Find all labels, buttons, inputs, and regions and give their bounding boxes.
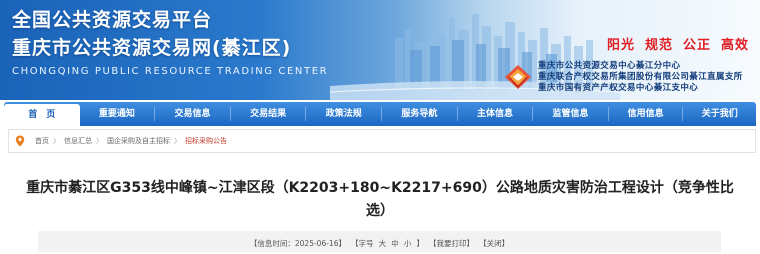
site-banner: 全国公共资源交易平台 重庆市公共资源交易网(綦江区) CHONGQING PUB… bbox=[0, 0, 760, 100]
font-size-medium-button[interactable]: 中 bbox=[391, 239, 399, 248]
nav-trading-results[interactable]: 交易结果 bbox=[231, 102, 306, 126]
breadcrumb-tender-announcement[interactable]: 招标采购公告 bbox=[185, 130, 227, 152]
article-meta-bar: 【信息时间：2025-06-16】 【字号 大 中 小 】 【我要打印】 【关闭… bbox=[38, 231, 721, 252]
font-size-label-end: 】 bbox=[416, 239, 424, 248]
font-size-small-button[interactable]: 小 bbox=[404, 239, 412, 248]
main-navigation: 首 页 重要通知 交易信息 交易结果 政策法规 服务导航 主体信息 监管信息 信… bbox=[4, 102, 756, 126]
nav-trading-info[interactable]: 交易信息 bbox=[155, 102, 230, 126]
site-title: 全国公共资源交易平台 bbox=[12, 9, 213, 31]
slogan-group: 阳光 规范 公正 高效 bbox=[607, 37, 749, 55]
site-english-name: CHONGQING PUBLIC RESOURCE TRADING CENTER bbox=[12, 66, 329, 77]
nav-about-us[interactable]: 关于我们 bbox=[683, 102, 756, 126]
nav-home[interactable]: 首 页 bbox=[4, 104, 80, 126]
nav-credit-info[interactable]: 信用信息 bbox=[609, 102, 683, 126]
slogan: 阳光 bbox=[607, 38, 636, 53]
breadcrumb-separator: 〉 bbox=[174, 137, 181, 145]
breadcrumb-soe-procurement[interactable]: 国企采购及自主招标 bbox=[107, 130, 170, 152]
breadcrumb-info-summary[interactable]: 信息汇总 bbox=[64, 130, 92, 152]
nav-important-notices[interactable]: 重要通知 bbox=[80, 102, 155, 126]
site-subtitle: 重庆市公共资源交易网(綦江区) bbox=[12, 37, 292, 59]
breadcrumb-separator: 〉 bbox=[53, 137, 60, 145]
publish-date: 【信息时间：2025-06-16】 bbox=[249, 239, 346, 248]
nav-supervision-info[interactable]: 监管信息 bbox=[533, 102, 608, 126]
nav-policies[interactable]: 政策法规 bbox=[306, 102, 381, 126]
slogan: 公正 bbox=[683, 38, 712, 53]
map-pin-icon bbox=[15, 135, 25, 147]
nav-service-guide[interactable]: 服务导航 bbox=[382, 102, 457, 126]
font-size-label: 【字号 bbox=[351, 239, 374, 248]
breadcrumb-separator: 〉 bbox=[96, 137, 103, 145]
font-size-large-button[interactable]: 大 bbox=[379, 239, 387, 248]
close-button[interactable]: 【关闭】 bbox=[479, 239, 509, 248]
article-title: 重庆市綦江区G353线中峰镇~江津区段（K2203+180~K2217+690）… bbox=[26, 180, 734, 219]
print-button[interactable]: 【我要打印】 bbox=[429, 239, 474, 248]
breadcrumb-home[interactable]: 首页 bbox=[35, 130, 49, 152]
nav-entity-info[interactable]: 主体信息 bbox=[458, 102, 533, 126]
trading-center-logo-icon bbox=[505, 65, 531, 89]
organization-name: 重庆联合产权交易所集团股份有限公司綦江直属支所 bbox=[538, 72, 743, 82]
breadcrumb: 首页 〉 信息汇总 〉 国企采购及自主招标 〉 招标采购公告 bbox=[8, 129, 756, 153]
organization-list: 重庆市公共资源交易中心綦江分中心 重庆联合产权交易所集团股份有限公司綦江直属支所… bbox=[538, 61, 743, 94]
organization-name: 重庆市国有资产产权交易中心綦江支中心 bbox=[538, 83, 699, 93]
slogan: 规范 bbox=[645, 38, 674, 53]
organization-name: 重庆市公共资源交易中心綦江分中心 bbox=[538, 61, 681, 71]
slogan: 高效 bbox=[721, 38, 750, 53]
